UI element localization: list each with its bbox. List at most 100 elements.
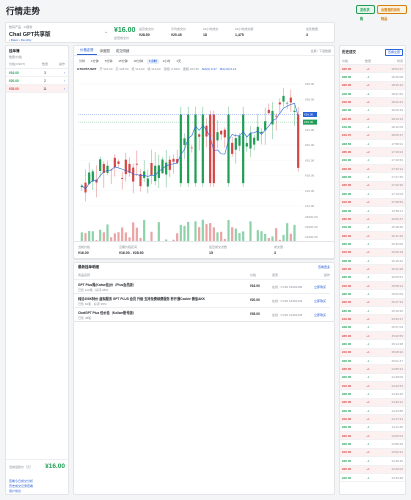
- time-pill[interactable]: 1分钟: [89, 59, 101, 64]
- candle-body[interactable]: [183, 138, 186, 145]
- trade-qty: -1: [366, 291, 370, 296]
- listing-name[interactable]: ChatGPT Plus 低价挂（Kollwe账号版）: [78, 310, 246, 315]
- time-pill[interactable]: 1小时: [147, 59, 159, 64]
- candle-body[interactable]: [201, 114, 204, 184]
- candlestick-chart[interactable]: ¥30.00 ¥28.00 ¥26.00 ¥24.00 ¥22.00 ¥20.00 ¥18.…: [74, 80, 336, 260]
- candle-body[interactable]: [278, 102, 281, 105]
- candle-body[interactable]: [132, 167, 135, 182]
- candle-body[interactable]: [88, 172, 91, 184]
- order-book-row[interactable]: ¥20.00 2 ›: [6, 77, 68, 85]
- chart-tab[interactable]: 成交明细: [113, 47, 133, 55]
- trade-qty: +1: [366, 66, 370, 71]
- listings-more-link[interactable]: 查看更多: [318, 265, 330, 269]
- candle-body[interactable]: [121, 177, 124, 179]
- listings-title: 最新挂单明细: [78, 265, 99, 269]
- chart-tab[interactable]: 价格走势: [77, 46, 97, 55]
- candle-body[interactable]: [275, 115, 278, 117]
- order-action-icon[interactable]: ›: [53, 71, 65, 75]
- time-pill[interactable]: 30分钟: [132, 59, 145, 64]
- candle-body[interactable]: [286, 102, 289, 104]
- col-qty: 数量: [41, 62, 48, 66]
- summary-price-label: 当前价格: [78, 245, 91, 249]
- order-action-icon[interactable]: ›: [53, 87, 65, 91]
- listing-name[interactable]: 纯法408K特价 虚拟服务 GPT PLUS 会员 升级 支持免费续费服务 秒开…: [78, 296, 246, 301]
- trade-row: ¥16.00 -1 13:33:48: [340, 474, 405, 483]
- time-pill[interactable]: 1天: [174, 59, 183, 64]
- candle-body[interactable]: [146, 178, 149, 187]
- candle-body[interactable]: [91, 171, 94, 182]
- chart-tab[interactable]: 深度图: [97, 47, 113, 55]
- candle-body[interactable]: [242, 114, 245, 184]
- candle-body[interactable]: [267, 109, 270, 114]
- candle-body[interactable]: [293, 110, 296, 112]
- listing-name[interactable]: GPT Plus周(Kolwe挂)价（Plus会员版）: [78, 282, 246, 287]
- order-book-row[interactable]: ¥35.00 11 ›: [6, 85, 68, 93]
- fullscreen-link[interactable]: 全屏 / 下载数据: [310, 49, 331, 53]
- chart-card: 价格走势 深度图 成交明细 全屏 / 下载数据 分时 1分钟 5分钟 15分钟 30分钟 1小…: [73, 45, 335, 260]
- listing-row[interactable]: ChatGPT Plus 低价挂（Kollwe账号版） 已售 38笔 ¥35.00 在…: [74, 307, 330, 321]
- time-pill[interactable]: 15分钟: [116, 59, 129, 64]
- view-all-trades-button[interactable]: 查看全部: [384, 49, 403, 56]
- trade-time: 16:12:28: [391, 266, 403, 271]
- trade-row: ¥20.00 -1 15:14:38: [340, 340, 405, 349]
- candle-body[interactable]: [135, 163, 138, 165]
- candle-body[interactable]: [172, 158, 175, 162]
- candle-body[interactable]: [106, 165, 109, 173]
- candle-body[interactable]: [220, 130, 223, 135]
- candle-body[interactable]: [245, 143, 248, 147]
- trade-row: ¥20.00 +1 13:40:02: [340, 465, 405, 474]
- trade-price: ¥18.00: [342, 91, 352, 96]
- trade-qty: -1: [366, 191, 370, 196]
- candle-body[interactable]: [154, 165, 157, 182]
- candle-body[interactable]: [209, 114, 212, 184]
- trade-row: ¥35.00 +1 16:52:47: [340, 215, 405, 224]
- candle-body[interactable]: [165, 162, 168, 175]
- col-action: 操作: [58, 62, 65, 66]
- listing-row[interactable]: GPT Plus周(Kolwe挂)价（Plus会员版） 已售 112笔 · 好评 …: [74, 279, 330, 293]
- candle-body[interactable]: [289, 97, 292, 103]
- candle-body[interactable]: [143, 171, 146, 179]
- candle-body[interactable]: [198, 134, 201, 137]
- chevron-down-icon[interactable]: ⌄: [104, 29, 108, 35]
- candle-body[interactable]: [179, 114, 182, 184]
- product-card: 数码产品 · AI服务 Chat GPT共享版 • Basic • Monthl…: [5, 22, 335, 43]
- candle-body[interactable]: [282, 95, 285, 102]
- candle-body[interactable]: [253, 137, 256, 145]
- order-action-icon[interactable]: ›: [53, 79, 65, 83]
- buy-now-link[interactable]: 立即购买: [314, 299, 326, 303]
- trade-time: 18:54:27: [391, 66, 403, 71]
- time-pill[interactable]: 5分钟: [103, 59, 115, 64]
- candle-body[interactable]: [249, 132, 252, 149]
- post-buy-request-button[interactable]: 发布求购: [356, 5, 375, 21]
- time-pill[interactable]: 分时: [77, 59, 87, 64]
- candle-body[interactable]: [113, 157, 116, 168]
- candle-body[interactable]: [216, 132, 219, 141]
- page-title: 行情走势: [6, 6, 41, 16]
- link-agreement[interactable]: 用户协议: [9, 489, 33, 494]
- order-book-row[interactable]: ¥16.00 3 ›: [6, 69, 68, 77]
- candle-body[interactable]: [297, 114, 300, 168]
- candle-body[interactable]: [117, 161, 120, 164]
- candle-body[interactable]: [150, 162, 153, 176]
- buy-now-link[interactable]: 立即购买: [314, 313, 326, 317]
- trade-qty: -1: [366, 208, 370, 213]
- candle-body[interactable]: [194, 114, 197, 184]
- candle-body[interactable]: [161, 159, 164, 174]
- trade-row: ¥35.00 -1 14:11:26: [340, 424, 405, 433]
- candle-body[interactable]: [234, 138, 237, 150]
- candle-body[interactable]: [223, 129, 226, 138]
- candle-body[interactable]: [238, 135, 241, 146]
- trade-price: ¥35.00: [342, 308, 352, 313]
- sell-item-button[interactable]: 出售我的持有物品: [377, 5, 407, 21]
- candle-body[interactable]: [260, 131, 263, 134]
- candle-body[interactable]: [190, 147, 193, 149]
- candle-body[interactable]: [99, 159, 102, 172]
- listing-row[interactable]: 纯法408K特价 虚拟服务 GPT PLUS 会员 升级 支持免费续费服务 秒开…: [74, 293, 330, 307]
- time-pill[interactable]: 4小时: [161, 59, 173, 64]
- candle-body[interactable]: [187, 114, 190, 184]
- candle-body[interactable]: [256, 126, 259, 141]
- candle-body[interactable]: [124, 159, 127, 175]
- buy-now-link[interactable]: 立即购买: [314, 285, 326, 289]
- candle-body[interactable]: [227, 114, 230, 184]
- candle-body[interactable]: [231, 142, 234, 154]
